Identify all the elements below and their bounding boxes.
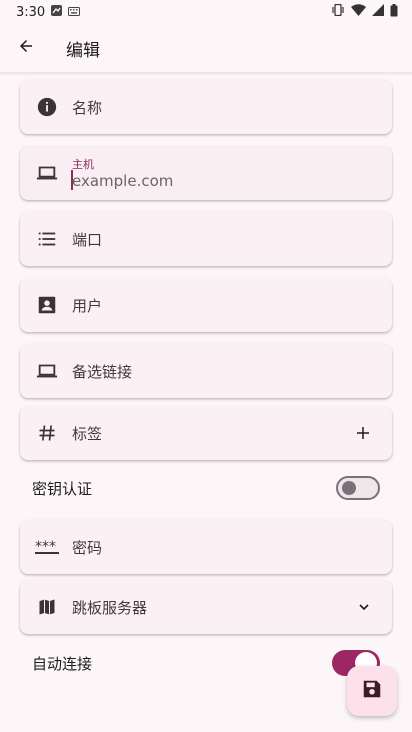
appbar-divider (0, 72, 412, 76)
signal-icon (372, 4, 384, 20)
host-field-label: 主机 (72, 158, 94, 171)
plus-icon[interactable] (354, 424, 372, 442)
status-time: 3:30 (16, 4, 46, 20)
hash-icon (34, 420, 60, 446)
host-field[interactable]: 主机 example.com (20, 146, 392, 200)
keyboard-icon (68, 5, 81, 20)
save-icon (361, 678, 383, 704)
port-field[interactable]: 端口 (20, 212, 392, 266)
map-icon (34, 594, 60, 620)
key-auth-row: 密钥认证 (32, 471, 380, 505)
name-field[interactable]: 名称 (20, 80, 392, 134)
key-auth-label: 密钥认证 (32, 479, 93, 498)
info-icon (34, 94, 60, 120)
key-auth-switch[interactable] (336, 476, 380, 500)
list-icon (34, 226, 60, 252)
tags-field-label: 标签 (72, 424, 103, 443)
asterisk-password-icon: *** (34, 534, 60, 560)
password-field[interactable]: *** 密码 (20, 520, 392, 574)
chevron-down-icon (356, 599, 372, 615)
auto-connect-label: 自动连接 (32, 654, 93, 673)
save-button[interactable] (347, 666, 397, 716)
user-field[interactable]: 用户 (20, 278, 392, 332)
tags-field[interactable]: 标签 (20, 406, 392, 460)
back-button[interactable] (2, 24, 50, 72)
auto-connect-row: 自动连接 (32, 646, 380, 680)
app-bar: 编辑 (0, 24, 412, 72)
switch-knob (342, 481, 356, 495)
status-bar: 3:30 (0, 0, 412, 24)
user-field-label: 用户 (72, 296, 103, 315)
alt-link-field-label: 备选链接 (72, 362, 133, 381)
back-arrow-icon (17, 37, 35, 59)
port-field-label: 端口 (72, 230, 103, 249)
notification-icon (51, 4, 63, 20)
laptop-icon (34, 160, 60, 186)
wifi-icon (351, 4, 366, 20)
contact-card-icon (34, 292, 60, 318)
vibrate-icon (331, 3, 345, 20)
page-title: 编辑 (66, 40, 100, 61)
password-field-label: 密码 (72, 538, 103, 557)
alt-link-field[interactable]: 备选链接 (20, 344, 392, 398)
battery-icon (390, 3, 398, 21)
jump-server-dropdown[interactable]: 跳板服务器 (20, 580, 392, 634)
svg-text:***: *** (35, 540, 56, 554)
laptop-icon (34, 358, 60, 384)
jump-server-label: 跳板服务器 (72, 598, 148, 617)
name-field-label: 名称 (72, 98, 103, 117)
host-input-placeholder: example.com (72, 172, 174, 190)
